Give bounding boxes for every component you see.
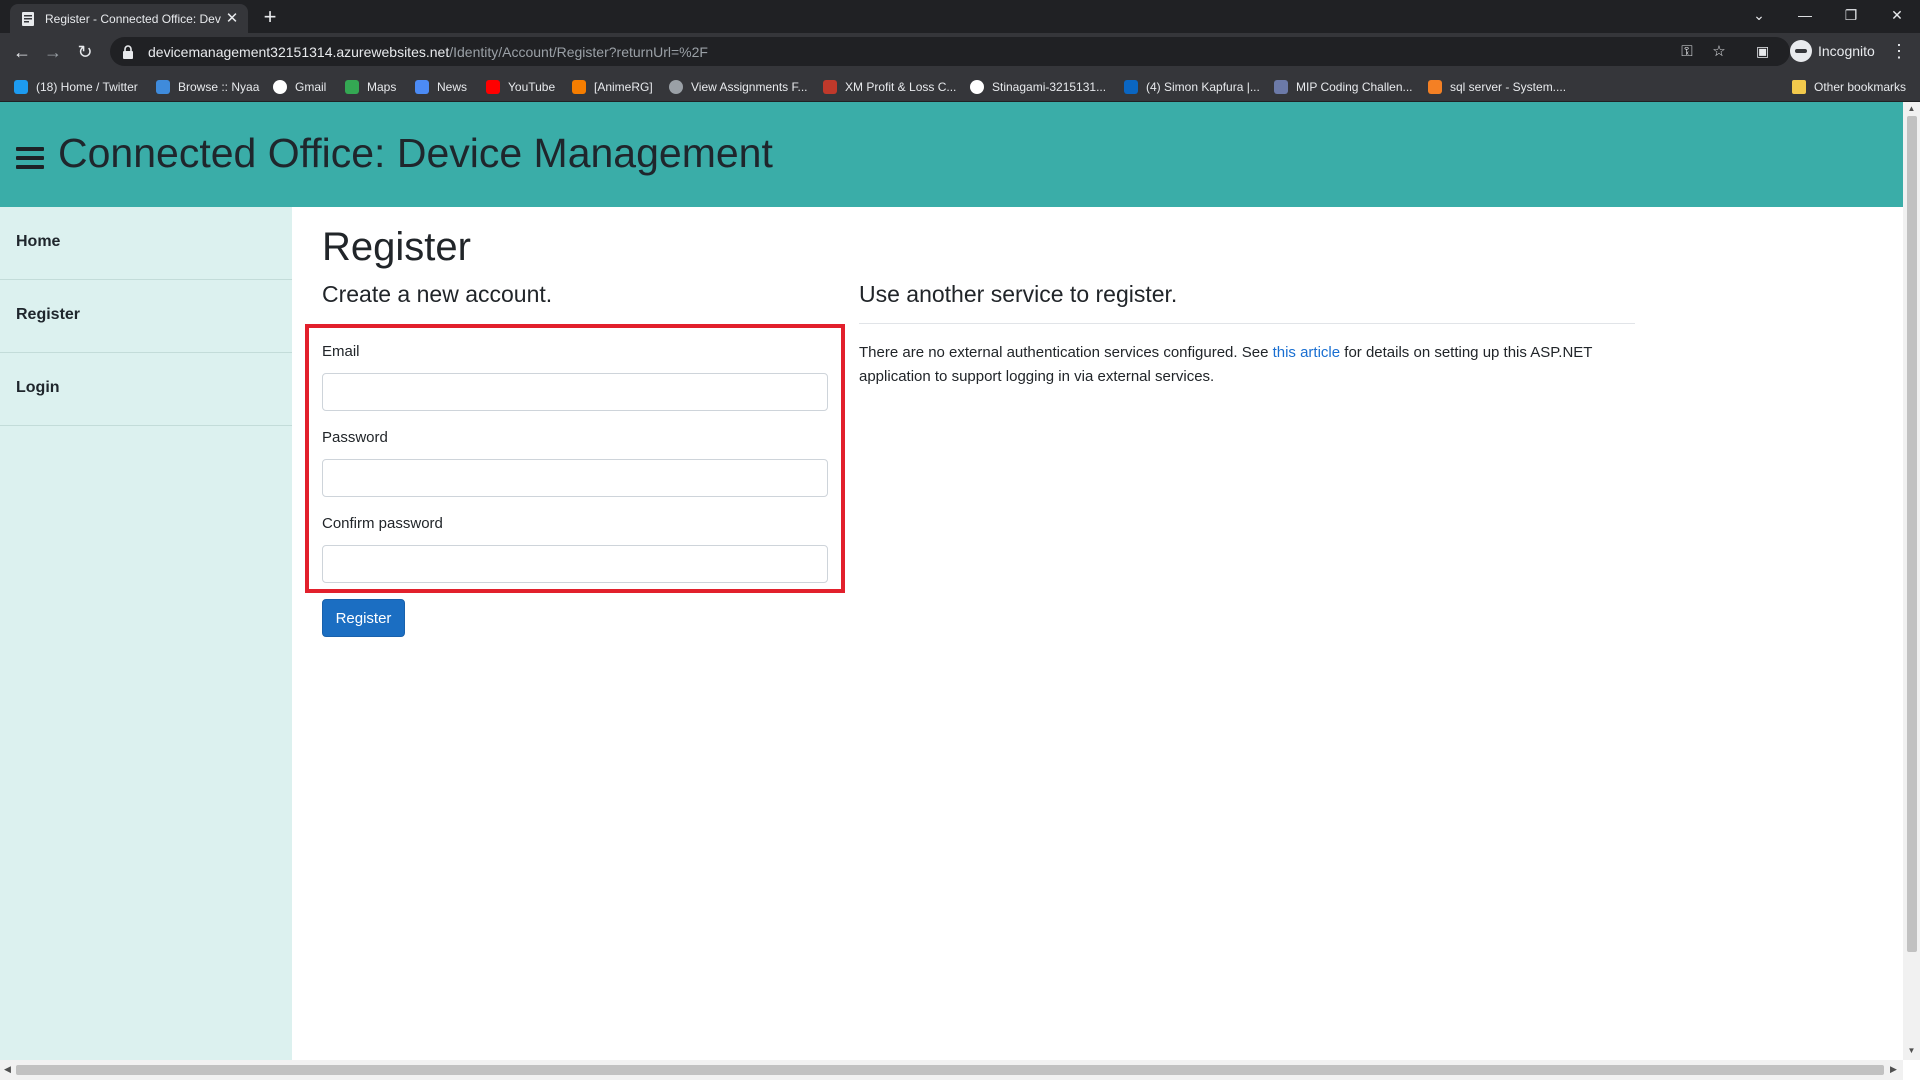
side-panel-icon[interactable]: ▣ (1756, 39, 1769, 63)
url-host: devicemanagement32151314.azurewebsites.n… (148, 43, 450, 60)
bookmark-label: Gmail (295, 79, 327, 94)
tab-search-chevron-icon[interactable]: ⌄ (1736, 0, 1782, 30)
lock-icon (122, 44, 134, 59)
folder-icon (1792, 79, 1806, 94)
bookmark-label: XM Profit & Loss C... (845, 79, 957, 94)
bookmark-item[interactable]: News (415, 78, 467, 95)
external-auth-message: There are no external authentication ser… (859, 341, 1649, 389)
bookmark-item[interactable]: (18) Home / Twitter (14, 78, 138, 95)
bookmark-item[interactable]: XM Profit & Loss C... (823, 78, 956, 95)
google-icon (273, 79, 287, 94)
stackoverflow-icon (1428, 79, 1442, 94)
bookmark-item[interactable]: Stinagami-3215131... (970, 78, 1106, 95)
register-button[interactable]: Register (322, 599, 405, 637)
bookmark-label: MIP Coding Challen... (1296, 79, 1413, 94)
divider (859, 323, 1635, 324)
horizontal-scrollbar[interactable]: ◀ ▶ (0, 1060, 1903, 1080)
password-label: Password (322, 429, 388, 446)
tab-close-icon[interactable]: ✕ (224, 10, 240, 27)
bookmark-label: (18) Home / Twitter (36, 79, 138, 94)
page-favicon-icon (20, 11, 36, 27)
sidebar-item-home[interactable]: Home (0, 207, 292, 280)
page-title: Register (322, 225, 471, 269)
bookmark-label: [AnimeRG] (594, 79, 653, 94)
sidebar-item-login[interactable]: Login (0, 353, 292, 426)
key-icon[interactable]: ⚿ (1678, 43, 1696, 61)
message-text: There are no external authentication ser… (859, 344, 1273, 361)
twitter-icon (14, 79, 28, 94)
bookmark-label: News (437, 79, 468, 94)
mip-icon (1274, 79, 1288, 94)
blogger-icon (572, 79, 586, 94)
app-header: Connected Office: Device Management (0, 102, 1903, 207)
bookmark-item[interactable]: (4) Simon Kapfura |... (1124, 78, 1260, 95)
new-tab-button[interactable]: + (258, 6, 282, 30)
profile-label: Incognito (1818, 43, 1875, 59)
address-bar[interactable]: devicemanagement32151314.azurewebsites.n… (110, 37, 1790, 66)
bookmark-label: View Assignments F... (691, 79, 808, 94)
vertical-scroll-thumb[interactable] (1907, 116, 1917, 952)
create-account-heading: Create a new account. (322, 281, 553, 307)
email-label: Email (322, 343, 360, 360)
bookmarks-bar: (18) Home / Twitter Browse :: Nyaa Gmail… (0, 70, 1920, 102)
reload-icon[interactable]: ↻ (73, 40, 97, 64)
bookmark-item[interactable]: YouTube (486, 78, 555, 95)
incognito-icon (1790, 40, 1812, 62)
xm-icon (823, 79, 837, 94)
external-service-heading: Use another service to register. (859, 281, 1178, 307)
browser-tab[interactable]: Register - Connected Office: Dev ✕ (10, 4, 248, 33)
youtube-icon (486, 79, 500, 94)
maps-icon (345, 79, 359, 94)
globe-icon (669, 79, 683, 94)
bookmark-label: YouTube (508, 79, 556, 94)
other-bookmarks-folder[interactable]: Other bookmarks (1792, 78, 1906, 95)
horizontal-scroll-thumb[interactable] (16, 1065, 1884, 1075)
browser-toolbar: ← → ↻ devicemanagement32151314.azurewebs… (0, 33, 1920, 70)
bookmark-item[interactable]: Gmail (273, 78, 326, 95)
bookmark-item[interactable]: [AnimeRG] (572, 78, 653, 95)
linkedin-icon (1124, 79, 1138, 94)
news-icon (415, 79, 429, 94)
url-path: /Identity/Account/Register?returnUrl=%2F (449, 43, 708, 60)
scroll-right-arrow-icon[interactable]: ▶ (1890, 1064, 1897, 1075)
bookmark-label: Browse :: Nyaa (178, 79, 260, 94)
sidebar: Home Register Login (0, 207, 292, 1060)
bookmark-label: (4) Simon Kapfura |... (1146, 79, 1260, 94)
scroll-left-arrow-icon[interactable]: ◀ (4, 1064, 11, 1075)
this-article-link[interactable]: this article (1273, 344, 1341, 361)
main-content: Register Create a new account. Use anoth… (292, 207, 1903, 1060)
app-title: Connected Office: Device Management (58, 130, 773, 176)
password-field[interactable] (322, 459, 828, 497)
vertical-scrollbar[interactable]: ▲ ▼ (1903, 102, 1920, 1060)
close-window-icon[interactable]: ✕ (1874, 0, 1920, 30)
bookmark-item[interactable]: Browse :: Nyaa (156, 78, 259, 95)
confirm-password-field[interactable] (322, 545, 828, 583)
scroll-up-arrow-icon[interactable]: ▲ (1907, 104, 1916, 113)
browser-tab-strip: Register - Connected Office: Dev ✕ + ⌄ —… (0, 0, 1920, 33)
url-text: devicemanagement32151314.azurewebsites.n… (148, 44, 708, 60)
hamburger-menu-icon[interactable] (16, 147, 44, 169)
scroll-down-arrow-icon[interactable]: ▼ (1907, 1046, 1916, 1055)
bookmark-label: Maps (367, 79, 397, 94)
sidebar-item-register[interactable]: Register (0, 280, 292, 353)
bookmark-item[interactable]: MIP Coding Challen... (1274, 78, 1413, 95)
nyaa-icon (156, 79, 170, 94)
bookmark-item[interactable]: View Assignments F... (669, 78, 808, 95)
email-field[interactable] (322, 373, 828, 411)
bookmark-item[interactable]: Maps (345, 78, 396, 95)
restore-window-icon[interactable]: ❐ (1828, 0, 1874, 30)
back-arrow-icon[interactable]: ← (10, 40, 34, 64)
bookmark-label: Other bookmarks (1814, 79, 1907, 94)
bookmark-item[interactable]: sql server - System.... (1428, 78, 1566, 95)
incognito-profile-button[interactable]: Incognito (1790, 39, 1875, 63)
tab-title: Register - Connected Office: Dev (45, 11, 221, 26)
forward-arrow-icon[interactable]: → (41, 40, 65, 64)
bookmark-star-icon[interactable]: ☆ (1710, 43, 1728, 61)
github-icon (970, 79, 984, 94)
menu-kebab-icon[interactable]: ⋮ (1890, 39, 1908, 63)
confirm-password-label: Confirm password (322, 515, 443, 532)
bookmark-label: sql server - System.... (1450, 79, 1567, 94)
minimize-window-icon[interactable]: — (1782, 0, 1828, 30)
bookmark-label: Stinagami-3215131... (992, 79, 1107, 94)
